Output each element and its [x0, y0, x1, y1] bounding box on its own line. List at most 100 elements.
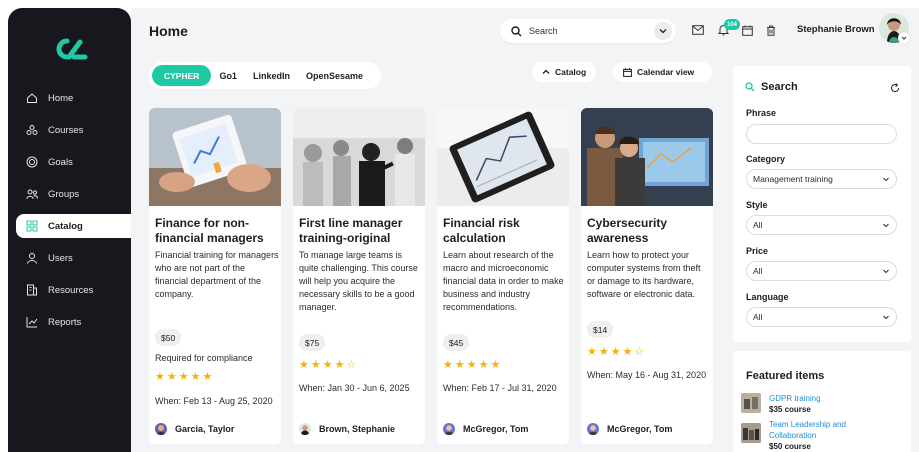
price-badge: $50: [155, 329, 182, 346]
price-badge: $14: [587, 321, 614, 338]
course-author[interactable]: Garcia, Taylor: [155, 423, 234, 435]
course-card[interactable]: Financial risk calculation Learn about r…: [437, 108, 569, 444]
featured-heading: Featured items: [746, 370, 825, 382]
featured-item[interactable]: GDPR training $35 course: [741, 393, 867, 415]
featured-items: Featured items GDPR training $35 course …: [733, 351, 911, 452]
sidebar-item-catalog[interactable]: Catalog: [16, 214, 131, 238]
category-select[interactable]: Management training: [746, 169, 897, 189]
chevron-down-icon: [883, 177, 889, 182]
tab-go1[interactable]: Go1: [211, 65, 245, 86]
tab-opensesame[interactable]: OpenSesame: [298, 65, 371, 86]
chevron-down-icon: [883, 223, 889, 228]
course-description: Financial training for managers who are …: [155, 250, 279, 299]
page-title: Home: [149, 23, 188, 39]
chevron-down-icon[interactable]: [898, 32, 910, 44]
avatar: [299, 423, 311, 435]
trash-icon[interactable]: [764, 23, 778, 37]
course-image: [293, 108, 425, 206]
star-rating: ★★★★★: [155, 371, 214, 383]
calendar-icon[interactable]: [740, 23, 754, 37]
course-author[interactable]: Brown, Stephanie: [299, 423, 395, 435]
course-image: [437, 108, 569, 206]
course-author[interactable]: McGregor, Tom: [443, 423, 528, 435]
sidebar-item-label: Reports: [48, 316, 82, 328]
sidebar-item-users[interactable]: Users: [8, 246, 131, 270]
course-card[interactable]: First line manager training-original To …: [293, 108, 425, 444]
category-label: Category: [746, 154, 786, 164]
phrase-label: Phrase: [746, 108, 777, 118]
reports-icon: [26, 316, 38, 328]
sidebar-item-label: Catalog: [48, 220, 83, 232]
sidebar-item-reports[interactable]: Reports: [8, 310, 131, 334]
language-label: Language: [746, 292, 789, 302]
course-card[interactable]: Cybersecurity awareness Learn how to pro…: [581, 108, 713, 444]
search-input[interactable]: Search: [500, 19, 676, 43]
style-value: All: [753, 220, 763, 230]
sidebar-item-groups[interactable]: Groups: [8, 182, 131, 206]
star-rating: ★★★★★: [443, 359, 503, 371]
calendar-icon: [623, 67, 632, 77]
course-description: Learn about research of the macro and mi…: [443, 250, 564, 312]
style-select[interactable]: All: [746, 215, 897, 235]
tab-linkedin[interactable]: LinkedIn: [245, 65, 298, 86]
avatar: [587, 423, 599, 435]
price-value: All: [753, 266, 763, 276]
filter-panel: Search Phrase Category Management traini…: [733, 66, 911, 342]
featured-item[interactable]: Team Leadership and Collaboration $50 co…: [741, 419, 867, 452]
courses-icon: [26, 124, 38, 136]
search-icon: [511, 25, 522, 36]
chevron-down-icon: [883, 269, 889, 274]
catalog-button-label: Catalog: [555, 67, 587, 77]
author-name: McGregor, Tom: [607, 424, 673, 434]
tab-cypher[interactable]: CYPHER: [152, 65, 212, 86]
search-icon: [745, 82, 755, 92]
price-badge: $75: [299, 334, 326, 351]
logo-icon[interactable]: [54, 38, 88, 60]
sidebar-item-courses[interactable]: Courses: [8, 118, 131, 142]
sidebar-item-label: Home: [48, 92, 74, 104]
course-description: Learn how to protect your computer syste…: [587, 250, 701, 299]
author-name: Garcia, Taylor: [175, 424, 235, 434]
compliance-note: Required for compliance: [155, 353, 253, 363]
course-title[interactable]: First line manager training-original: [299, 216, 421, 246]
sidebar-item-goals[interactable]: Goals: [8, 150, 131, 174]
avatar: [443, 423, 455, 435]
filter-heading-label: Search: [761, 81, 798, 93]
featured-title[interactable]: GDPR training: [769, 393, 867, 404]
user-name[interactable]: Stephanie Brown: [797, 24, 875, 35]
course-description: To manage large teams is quite challengi…: [299, 250, 418, 312]
language-select[interactable]: All: [746, 307, 897, 327]
resources-icon: [26, 284, 38, 296]
course-title[interactable]: Financial risk calculation: [443, 216, 565, 246]
calendar-view-button[interactable]: Calendar view: [613, 62, 712, 82]
sidebar-item-home[interactable]: Home: [8, 86, 131, 110]
reset-icon[interactable]: [889, 82, 901, 94]
featured-thumbnail: [741, 423, 761, 443]
course-title[interactable]: Finance for non-financial managers: [155, 216, 277, 246]
groups-icon: [26, 188, 38, 200]
calendar-view-label: Calendar view: [637, 67, 695, 77]
mail-icon[interactable]: [691, 23, 705, 37]
chevron-down-icon[interactable]: [654, 22, 672, 40]
author-name: McGregor, Tom: [463, 424, 529, 434]
featured-price: $35 course: [769, 405, 811, 414]
author-name: Brown, Stephanie: [319, 424, 396, 434]
sidebar-item-label: Users: [48, 252, 73, 264]
filter-heading: Search: [745, 81, 798, 93]
language-value: All: [753, 312, 763, 322]
featured-title[interactable]: Team Leadership and Collaboration: [769, 419, 867, 441]
price-select[interactable]: All: [746, 261, 897, 281]
price-label: Price: [746, 246, 769, 256]
home-icon: [26, 92, 38, 104]
provider-tabs: CYPHER Go1 LinkedIn OpenSesame: [149, 62, 381, 89]
phrase-input[interactable]: [746, 124, 897, 144]
course-author[interactable]: McGregor, Tom: [587, 423, 672, 435]
catalog-button[interactable]: Catalog: [532, 62, 597, 82]
course-dates: When: Jan 30 - Jun 6, 2025: [299, 383, 410, 393]
avatar: [155, 423, 167, 435]
course-card[interactable]: Finance for non-financial managers Finan…: [149, 108, 281, 444]
star-rating: ★★★★☆: [587, 346, 647, 358]
notification-badge: 104: [724, 19, 741, 30]
sidebar-item-resources[interactable]: Resources: [8, 278, 131, 302]
course-title[interactable]: Cybersecurity awareness: [587, 216, 709, 246]
